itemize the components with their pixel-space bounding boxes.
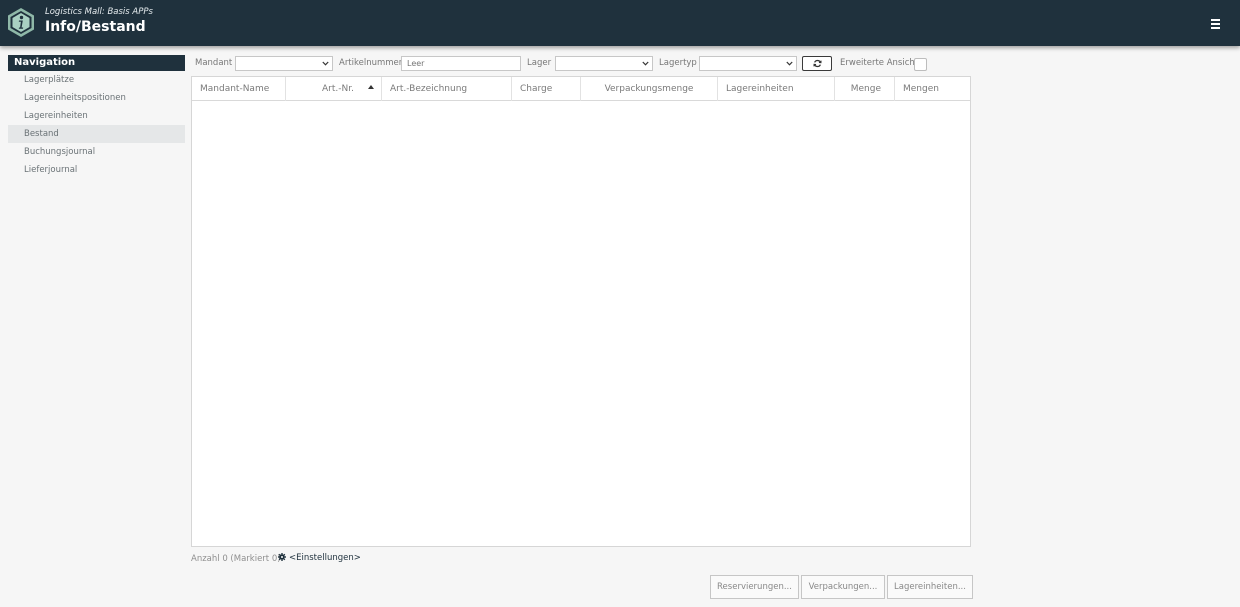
gear-icon bbox=[278, 553, 286, 561]
column-header-art-bezeichnung[interactable]: Art.-Bezeichnung bbox=[382, 77, 512, 101]
sidebar-title: Navigation bbox=[8, 55, 185, 71]
hamburger-icon[interactable] bbox=[1208, 16, 1224, 32]
storage-units-button[interactable]: Lagereinheiten... bbox=[887, 575, 973, 599]
mandant-select[interactable] bbox=[235, 56, 333, 71]
refresh-button[interactable] bbox=[802, 56, 832, 71]
settings-link-label: <Einstellungen> bbox=[289, 553, 361, 563]
lagertyp-select[interactable] bbox=[699, 56, 797, 71]
reservations-button[interactable]: Reservierungen... bbox=[710, 575, 799, 599]
lager-label: Lager bbox=[527, 58, 552, 68]
column-header-label: Art.-Bezeichnung bbox=[390, 84, 468, 94]
app-header: Logistics Mall: Basis APPs Info/Bestand bbox=[0, 0, 1240, 46]
column-header-label: Lagereinheiten bbox=[726, 84, 794, 94]
column-header-lagereinheiten[interactable]: Lagereinheiten bbox=[718, 77, 835, 101]
column-header-label: Verpackungsmenge bbox=[604, 84, 694, 94]
column-header-label: Art.-Nr. bbox=[322, 84, 354, 94]
column-header-mandant-name[interactable]: Mandant-Name bbox=[192, 77, 286, 101]
artikelnummer-input[interactable] bbox=[401, 56, 521, 71]
packaging-button[interactable]: Verpackungen... bbox=[801, 575, 885, 599]
sidebar-navigation: Navigation Lagerplätze Lagereinheitsposi… bbox=[8, 55, 185, 179]
app-subtitle: Logistics Mall: Basis APPs bbox=[45, 7, 153, 17]
settings-link[interactable]: <Einstellungen> bbox=[278, 553, 361, 563]
mandant-label: Mandant bbox=[195, 58, 233, 68]
artikelnummer-label: Artikelnummer bbox=[339, 58, 403, 68]
table-header: Mandant-Name Art.-Nr. Art.-Bezeichnung C… bbox=[192, 77, 970, 101]
sidebar-item-lagereinheitspositionen[interactable]: Lagereinheitspositionen bbox=[8, 89, 185, 107]
page-title: Info/Bestand bbox=[45, 19, 146, 35]
sidebar-item-buchungsjournal[interactable]: Buchungsjournal bbox=[8, 143, 185, 161]
column-header-art-nr[interactable]: Art.-Nr. bbox=[286, 77, 382, 101]
stock-table: Mandant-Name Art.-Nr. Art.-Bezeichnung C… bbox=[191, 76, 971, 547]
column-header-label: Menge bbox=[850, 84, 881, 94]
sidebar-item-bestand[interactable]: Bestand bbox=[8, 125, 185, 143]
column-header-label: Mandant-Name bbox=[200, 84, 270, 94]
column-header-mengen[interactable]: Mengen bbox=[895, 77, 970, 101]
column-header-charge[interactable]: Charge bbox=[512, 77, 581, 101]
column-header-verpackungsmenge[interactable]: Verpackungsmenge bbox=[581, 77, 718, 101]
sidebar-item-lagereinheiten[interactable]: Lagereinheiten bbox=[8, 107, 185, 125]
extended-view-label: Erweiterte Ansicht bbox=[840, 58, 919, 68]
record-count: Anzahl 0 (Markiert 0) bbox=[191, 554, 281, 564]
column-header-label: Charge bbox=[520, 84, 553, 94]
chevron-down-icon bbox=[786, 61, 793, 66]
column-header-label: Mengen bbox=[903, 84, 939, 94]
refresh-icon bbox=[813, 59, 822, 68]
chevron-down-icon bbox=[642, 61, 649, 66]
sort-ascending-icon bbox=[368, 85, 374, 89]
column-header-menge[interactable]: Menge bbox=[835, 77, 895, 101]
info-hexagon-icon bbox=[8, 8, 34, 37]
lager-select[interactable] bbox=[555, 56, 653, 71]
sidebar-item-lieferjournal[interactable]: Lieferjournal bbox=[8, 161, 185, 179]
sidebar-item-lagerplaetze[interactable]: Lagerplätze bbox=[8, 71, 185, 89]
extended-view-checkbox[interactable] bbox=[914, 58, 927, 71]
lagertyp-label: Lagertyp bbox=[659, 58, 697, 68]
chevron-down-icon bbox=[322, 61, 329, 66]
